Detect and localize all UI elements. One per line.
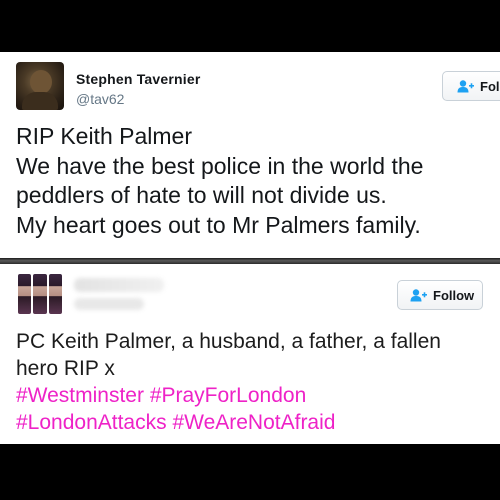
follow-button[interactable]: Fol [442,71,500,101]
blurred-display-name [74,278,164,292]
blurred-user-handle [74,298,144,310]
user-handle[interactable]: @tav62 [76,91,124,107]
tweet-text-line: RIP Keith Palmer [16,123,192,149]
tweet-card: Stephen Tavernier @tav62 Fol RIP Keith P… [0,52,500,258]
avatar-body [22,92,58,110]
tweet-text-line: We have the best police in the world the [16,152,424,179]
avatar[interactable] [18,274,62,314]
tweet-text-line: PC Keith Palmer, a husband, a father, a … [16,330,441,353]
tweet-text-line: peddlers of hate to will not divide us. [16,182,387,208]
follow-label: Fol [480,78,500,94]
follow-label: Follow [433,287,475,303]
tweet-text-line: My heart goes out to Mr Palmers family. [16,211,421,238]
tweet-card: Follow PC Keith Palmer, a husband, a fat… [0,264,500,444]
add-user-icon [457,79,474,92]
avatar-photo [48,274,62,314]
display-name[interactable]: Stephen Tavernier [76,71,201,87]
tweet-text: PC Keith Palmer, a husband, a father, a … [16,328,441,436]
add-user-icon [410,288,427,301]
avatar[interactable] [16,62,64,110]
avatar-photo [18,274,32,314]
follow-button[interactable]: Follow [397,280,483,310]
hashtag-line[interactable]: #Westminster #PrayForLondon [16,382,441,409]
avatar-photo [33,274,47,314]
tweet-text: RIP Keith Palmer We have the best police… [16,122,423,240]
tweet-text-line: hero RIP x [16,357,115,380]
hashtag-line[interactable]: #LondonAttacks #WeAreNotAfraid [16,409,441,436]
avatar-head [30,70,52,94]
